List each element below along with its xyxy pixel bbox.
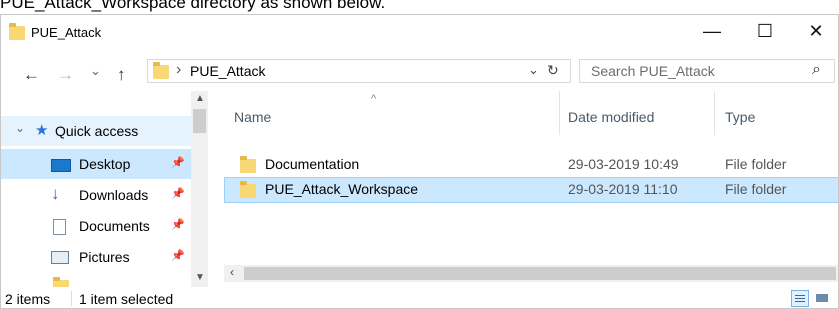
- close-button[interactable]: ✕: [793, 15, 838, 47]
- column-separator[interactable]: [714, 91, 715, 135]
- nav-item-documents[interactable]: Documents 📌: [1, 211, 193, 241]
- details-view-button[interactable]: [791, 290, 809, 307]
- nav-item-label: Pictures: [79, 249, 130, 265]
- sort-ascending-icon: ^: [371, 93, 377, 105]
- forward-button[interactable]: →: [57, 65, 74, 85]
- folder-icon: [240, 156, 256, 173]
- status-divider: [71, 291, 72, 306]
- column-separator[interactable]: [559, 91, 560, 135]
- item-count: 2 items: [5, 291, 51, 307]
- pin-icon: 📌: [171, 188, 185, 200]
- scrollbar-thumb[interactable]: [193, 109, 206, 133]
- scroll-up-icon[interactable]: ▲: [195, 93, 205, 104]
- caption-text: PUE_Attack_Workspace directory as shown …: [0, 0, 386, 12]
- recent-locations-button[interactable]: ⌄: [90, 63, 101, 79]
- file-name: Documentation: [265, 156, 360, 172]
- scroll-down-icon[interactable]: ▼: [195, 272, 205, 283]
- file-date: 29-03-2019 10:49: [568, 156, 679, 172]
- breadcrumb-separator: ›: [176, 61, 182, 78]
- navigation-pane: ⌄ ★ Quick access Desktop 📌 ↓ Downloads 📌…: [1, 91, 210, 287]
- search-placeholder: Search PUE_Attack: [591, 63, 715, 79]
- search-input[interactable]: Search PUE_Attack ⌕: [579, 59, 835, 83]
- file-name: PUE_Attack_Workspace: [265, 181, 419, 197]
- maximize-button[interactable]: ☐: [742, 15, 788, 47]
- breadcrumb-pue-attack[interactable]: PUE_Attack: [190, 63, 265, 79]
- up-button[interactable]: ↑: [117, 65, 126, 85]
- file-explorer-window: PUE_Attack — ☐ ✕ ← → ⌄ ↑ › PUE_Attack ⌄ …: [0, 14, 839, 309]
- address-dropdown-button[interactable]: ⌄: [528, 62, 539, 78]
- table-row[interactable]: Documentation 29-03-2019 10:49 File fold…: [224, 152, 838, 178]
- scroll-left-icon[interactable]: ‹: [230, 265, 234, 279]
- star-icon: ★: [35, 122, 49, 139]
- nav-item-label: Desktop: [79, 156, 131, 172]
- large-icons-view-button[interactable]: [813, 290, 831, 307]
- pin-icon: 📌: [171, 250, 185, 262]
- column-header-date-modified[interactable]: Date modified: [568, 109, 654, 125]
- folder-icon: [240, 181, 256, 198]
- folder-icon: [53, 277, 69, 287]
- scrollbar-thumb[interactable]: [244, 267, 836, 280]
- file-date: 29-03-2019 11:10: [568, 181, 678, 197]
- column-header-name[interactable]: Name: [234, 109, 271, 125]
- nav-item-desktop[interactable]: Desktop 📌: [1, 149, 193, 179]
- refresh-button[interactable]: ↻: [547, 62, 559, 79]
- address-row: ← → ⌄ ↑ › PUE_Attack ⌄ ↻ Search PUE_Atta…: [1, 51, 838, 91]
- desktop-icon: [51, 159, 71, 172]
- navigation-scrollbar[interactable]: ▲ ▼: [191, 91, 208, 287]
- search-icon: ⌕: [812, 61, 821, 78]
- status-bar: 2 items 1 item selected: [1, 287, 838, 308]
- nav-item-pictures[interactable]: Pictures 📌: [1, 242, 193, 272]
- file-list: ^ Name Date modified Type Documentation …: [224, 91, 838, 287]
- window-title: PUE_Attack: [31, 25, 102, 40]
- documents-icon: [53, 219, 66, 235]
- nav-item-libraries[interactable]: [1, 272, 193, 287]
- nav-item-quick-access[interactable]: ⌄ ★ Quick access: [1, 116, 193, 146]
- nav-item-label: Downloads: [79, 187, 149, 203]
- title-bar: PUE_Attack — ☐ ✕: [1, 15, 838, 51]
- folder-icon: [9, 23, 25, 40]
- file-type: File folder: [725, 156, 787, 172]
- chevron-down-icon: ⌄: [15, 121, 26, 135]
- folder-icon: [153, 62, 169, 79]
- nav-item-label: Quick access: [55, 123, 139, 139]
- nav-item-downloads[interactable]: ↓ Downloads 📌: [1, 180, 193, 210]
- minimize-button[interactable]: —: [689, 15, 735, 47]
- pin-icon: 📌: [171, 157, 185, 169]
- pin-icon: 📌: [171, 219, 185, 231]
- file-type: File folder: [725, 181, 787, 197]
- downloads-icon: ↓: [51, 184, 60, 203]
- nav-item-label: Documents: [79, 218, 150, 234]
- column-header-type[interactable]: Type: [725, 109, 755, 125]
- table-row[interactable]: PUE_Attack_Workspace 29-03-2019 11:10 Fi…: [224, 177, 838, 203]
- back-button[interactable]: ←: [23, 65, 40, 85]
- address-bar[interactable]: › PUE_Attack ⌄ ↻: [147, 59, 571, 83]
- selection-count: 1 item selected: [79, 291, 174, 307]
- horizontal-scrollbar[interactable]: ‹: [224, 265, 838, 282]
- page-caption: PUE_Attack_Workspace directory as shown …: [0, 0, 839, 14]
- pictures-icon: [51, 251, 69, 264]
